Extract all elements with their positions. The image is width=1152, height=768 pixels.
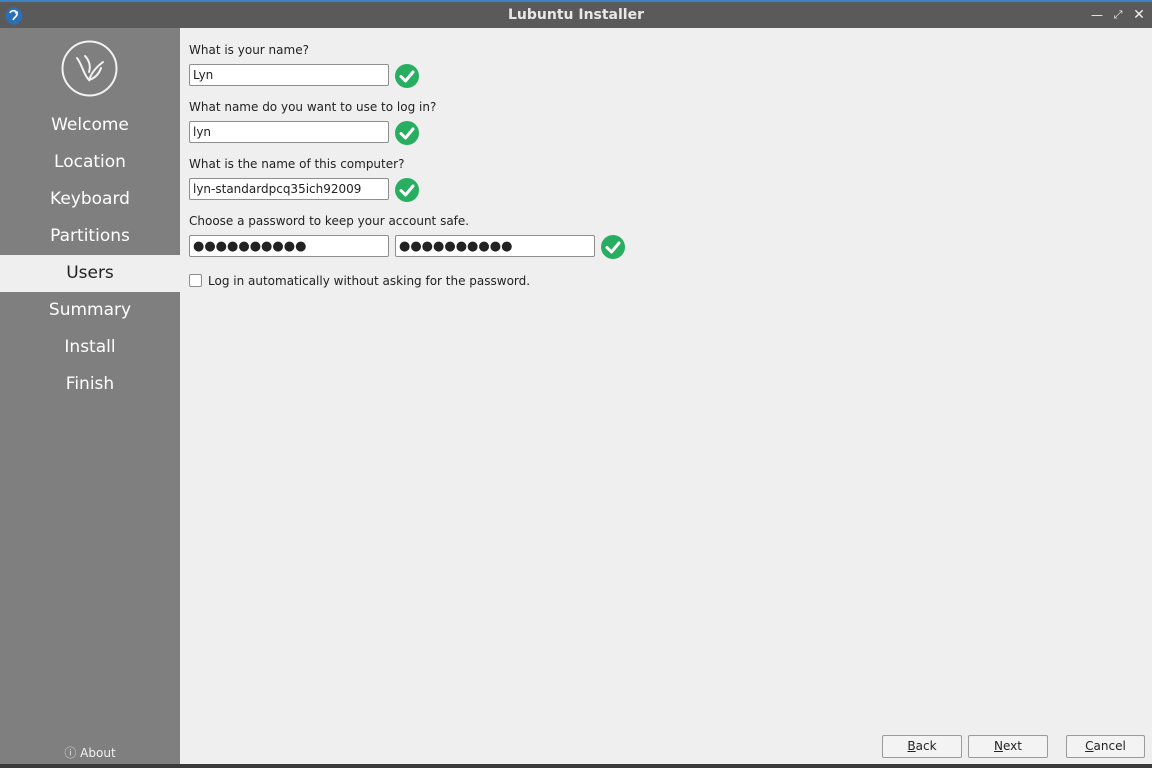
green-check-icon (601, 235, 625, 259)
green-check-icon (395, 178, 419, 202)
sidebar-item-location: Location (54, 152, 126, 172)
info-icon: ⓘ (64, 746, 77, 760)
taskbar-edge (0, 764, 1152, 768)
about-button[interactable]: ⓘ About (0, 744, 180, 761)
sidebar-item-finish: Finish (65, 374, 115, 394)
next-button[interactable]: Next (968, 735, 1048, 758)
close-icon[interactable]: ✕ (1132, 8, 1146, 22)
autologin-label: Log in automatically without asking for … (208, 274, 531, 288)
autologin-checkbox[interactable] (189, 274, 202, 287)
sidebar-item-summary: Summary (48, 300, 132, 320)
lubuntu-bird-logo (61, 40, 118, 97)
sidebar-item-install: Install (64, 337, 116, 357)
about-label: About (80, 746, 116, 760)
back-mnemonic: B (907, 739, 916, 753)
name-field[interactable] (189, 64, 389, 86)
cancel-button[interactable]: Cancel (1066, 735, 1145, 758)
users-page: What is your name? What name do you want… (180, 28, 1152, 764)
back-label: ack (915, 739, 937, 753)
green-check-icon (395, 121, 419, 145)
sidebar-item-users: Users (0, 255, 180, 292)
name-label: What is your name? (189, 43, 309, 57)
password-confirm-field[interactable] (395, 235, 595, 257)
computer-name-field[interactable] (189, 178, 389, 200)
next-label: ext (1003, 739, 1022, 753)
cancel-label: ancel (1093, 739, 1126, 753)
password-label: Choose a password to keep your account s… (189, 214, 470, 228)
next-mnemonic: N (994, 739, 1003, 753)
window-title: Lubuntu Installer (507, 7, 645, 23)
minimize-icon[interactable]: — (1090, 8, 1104, 22)
sidebar-item-welcome: Welcome (51, 115, 129, 135)
login-name-field[interactable] (189, 121, 389, 143)
title-bar: Lubuntu Installer — ⤢ ✕ (0, 0, 1152, 28)
login-label: What name do you want to use to log in? (189, 100, 437, 114)
sidebar: Welcome Location Keyboard Partitions Use… (0, 28, 180, 764)
maximize-icon[interactable]: ⤢ (1111, 8, 1125, 22)
sidebar-item-partitions: Partitions (50, 226, 130, 246)
password-field[interactable] (189, 235, 389, 257)
cancel-mnemonic: C (1085, 739, 1094, 753)
back-button[interactable]: Back (882, 735, 962, 758)
sidebar-item-keyboard: Keyboard (50, 189, 130, 209)
computer-name-label: What is the name of this computer? (189, 157, 405, 171)
green-check-icon (395, 64, 419, 88)
